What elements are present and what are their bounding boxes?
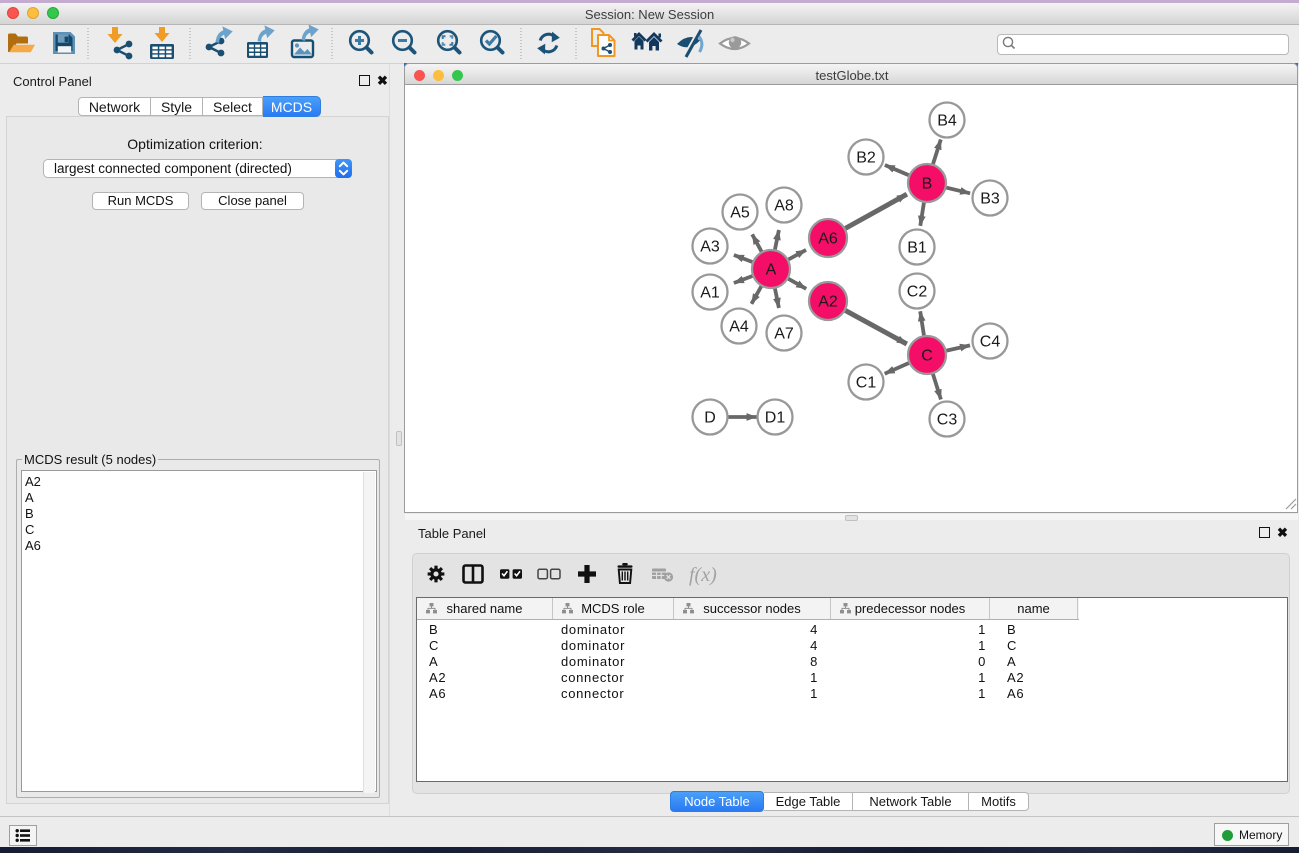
svg-text:C2: C2 bbox=[907, 284, 928, 301]
svg-text:A8: A8 bbox=[774, 198, 794, 215]
svg-text:B2: B2 bbox=[856, 150, 876, 167]
svg-text:B3: B3 bbox=[980, 191, 1000, 208]
svg-text:C3: C3 bbox=[937, 412, 958, 429]
svg-text:C: C bbox=[921, 348, 933, 365]
svg-text:B1: B1 bbox=[907, 240, 927, 257]
svg-text:B4: B4 bbox=[937, 113, 957, 130]
svg-text:D1: D1 bbox=[765, 410, 786, 427]
svg-text:f(x): f(x) bbox=[689, 564, 717, 586]
svg-text:A4: A4 bbox=[729, 319, 749, 336]
svg-text:A5: A5 bbox=[730, 205, 750, 222]
svg-text:A1: A1 bbox=[700, 285, 720, 302]
svg-text:A3: A3 bbox=[700, 239, 720, 256]
svg-text:A7: A7 bbox=[774, 326, 794, 343]
svg-text:A2: A2 bbox=[818, 294, 838, 311]
svg-text:A: A bbox=[766, 262, 777, 279]
svg-text:D: D bbox=[704, 410, 716, 427]
svg-text:B: B bbox=[922, 176, 933, 193]
svg-text:C1: C1 bbox=[856, 375, 877, 392]
svg-text:C4: C4 bbox=[980, 334, 1001, 351]
svg-text:A6: A6 bbox=[818, 231, 838, 248]
